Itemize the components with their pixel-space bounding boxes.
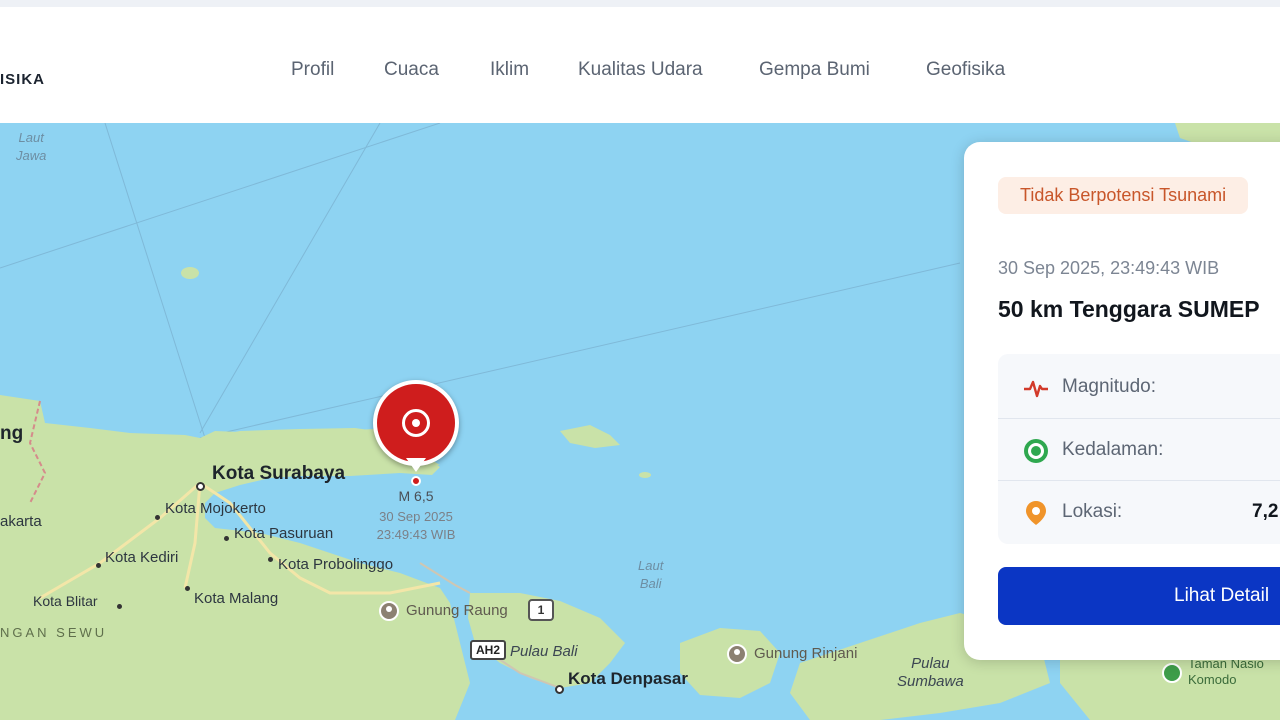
mountain-icon — [727, 644, 747, 664]
detail-label: Kedalaman: — [1062, 439, 1164, 460]
epicenter-date-label: 30 Sep 2025 — [379, 509, 453, 524]
map-pin-icon — [1026, 501, 1046, 525]
peak-label-rinjani[interactable]: Gunung Rinjani — [754, 645, 857, 662]
city-label-partial: ng — [0, 423, 24, 444]
sea-label-laut-bali: Laut Bali — [638, 558, 664, 591]
top-navbar: ISIKA Profil Cuaca Iklim Kualitas Udara … — [0, 7, 1280, 123]
mountain-icon — [379, 601, 399, 621]
view-detail-button[interactable]: Lihat Detail — [998, 567, 1280, 625]
epicenter-dot[interactable] — [411, 476, 421, 486]
city-marker-malang — [185, 586, 190, 591]
island-label-bali: Pulau Bali — [510, 643, 578, 660]
city-marker-pasuruan — [224, 536, 229, 541]
city-marker-kediri — [96, 563, 101, 568]
pulse-icon — [1024, 380, 1048, 398]
city-marker-blitar — [117, 604, 122, 609]
city-marker-mojokerto — [155, 515, 160, 520]
nav-cuaca[interactable]: Cuaca — [384, 59, 439, 81]
city-label-mojokerto[interactable]: Kota Mojokerto — [165, 500, 266, 517]
city-label-blitar[interactable]: Kota Blitar — [33, 593, 98, 609]
region-label-sewu: NGAN SEWU — [0, 625, 108, 640]
brand-logo-text[interactable]: ISIKA — [0, 71, 45, 88]
peak-label-raung[interactable]: Gunung Raung — [406, 602, 508, 619]
earthquake-info-panel: Tidak Berpotensi Tsunami 30 Sep 2025, 23… — [964, 142, 1280, 660]
event-details-box: Magnitudo: Kedalaman: Lokasi: 7,2 — [998, 354, 1280, 544]
city-label-pasuruan[interactable]: Kota Pasuruan — [234, 525, 333, 542]
detail-row-depth: Kedalaman: — [998, 418, 1280, 481]
target-center-dot — [412, 419, 420, 427]
city-label-denpasar[interactable]: Kota Denpasar — [568, 669, 688, 689]
event-location-title: 50 km Tenggara SUMEP — [998, 296, 1260, 322]
detail-value: 7,2 — [1252, 501, 1279, 522]
highway-shield-ah2: AH2 — [470, 640, 507, 660]
city-label-partial-akarta: akarta — [0, 513, 42, 530]
target-icon — [1024, 439, 1048, 463]
city-marker-surabaya[interactable] — [196, 482, 205, 491]
epicenter-pin-tail — [406, 458, 426, 472]
tsunami-status-badge: Tidak Berpotensi Tsunami — [998, 177, 1249, 214]
detail-label: Lokasi: — [1062, 501, 1123, 522]
sea-label-laut-jawa: Laut Jawa — [16, 130, 47, 163]
detail-row-magnitude: Magnitudo: — [998, 356, 1280, 418]
nav-kualitas-udara[interactable]: Kualitas Udara — [578, 59, 703, 81]
top-strip — [0, 0, 1280, 7]
city-label-surabaya[interactable]: Kota Surabaya — [212, 463, 345, 485]
city-label-probolinggo[interactable]: Kota Probolinggo — [278, 556, 393, 573]
city-marker-denpasar[interactable] — [555, 685, 564, 694]
epicenter-magnitude-label: M 6,5 — [398, 488, 434, 504]
city-label-kediri[interactable]: Kota Kediri — [105, 549, 178, 566]
nav-profil[interactable]: Profil — [291, 59, 334, 81]
nav-geofisika[interactable]: Geofisika — [926, 59, 1005, 81]
nav-gempa-bumi[interactable]: Gempa Bumi — [759, 59, 870, 81]
route-shield-1: 1 — [528, 599, 554, 621]
park-label-komodo: Taman Nasio Komodo — [1188, 656, 1264, 687]
epicenter-time-label: 23:49:43 WIB — [376, 527, 456, 542]
park-icon — [1162, 663, 1182, 683]
nav-iklim[interactable]: Iklim — [490, 59, 529, 81]
city-marker-probolinggo — [268, 557, 273, 562]
detail-label: Magnitudo: — [1062, 376, 1157, 397]
island-label-sumbawa: Pulau Sumbawa — [897, 655, 964, 690]
detail-row-location: Lokasi: 7,2 — [998, 480, 1280, 543]
epicenter-pin[interactable] — [373, 380, 459, 466]
event-datetime: 30 Sep 2025, 23:49:43 WIB — [998, 258, 1220, 278]
city-label-malang[interactable]: Kota Malang — [194, 590, 278, 607]
